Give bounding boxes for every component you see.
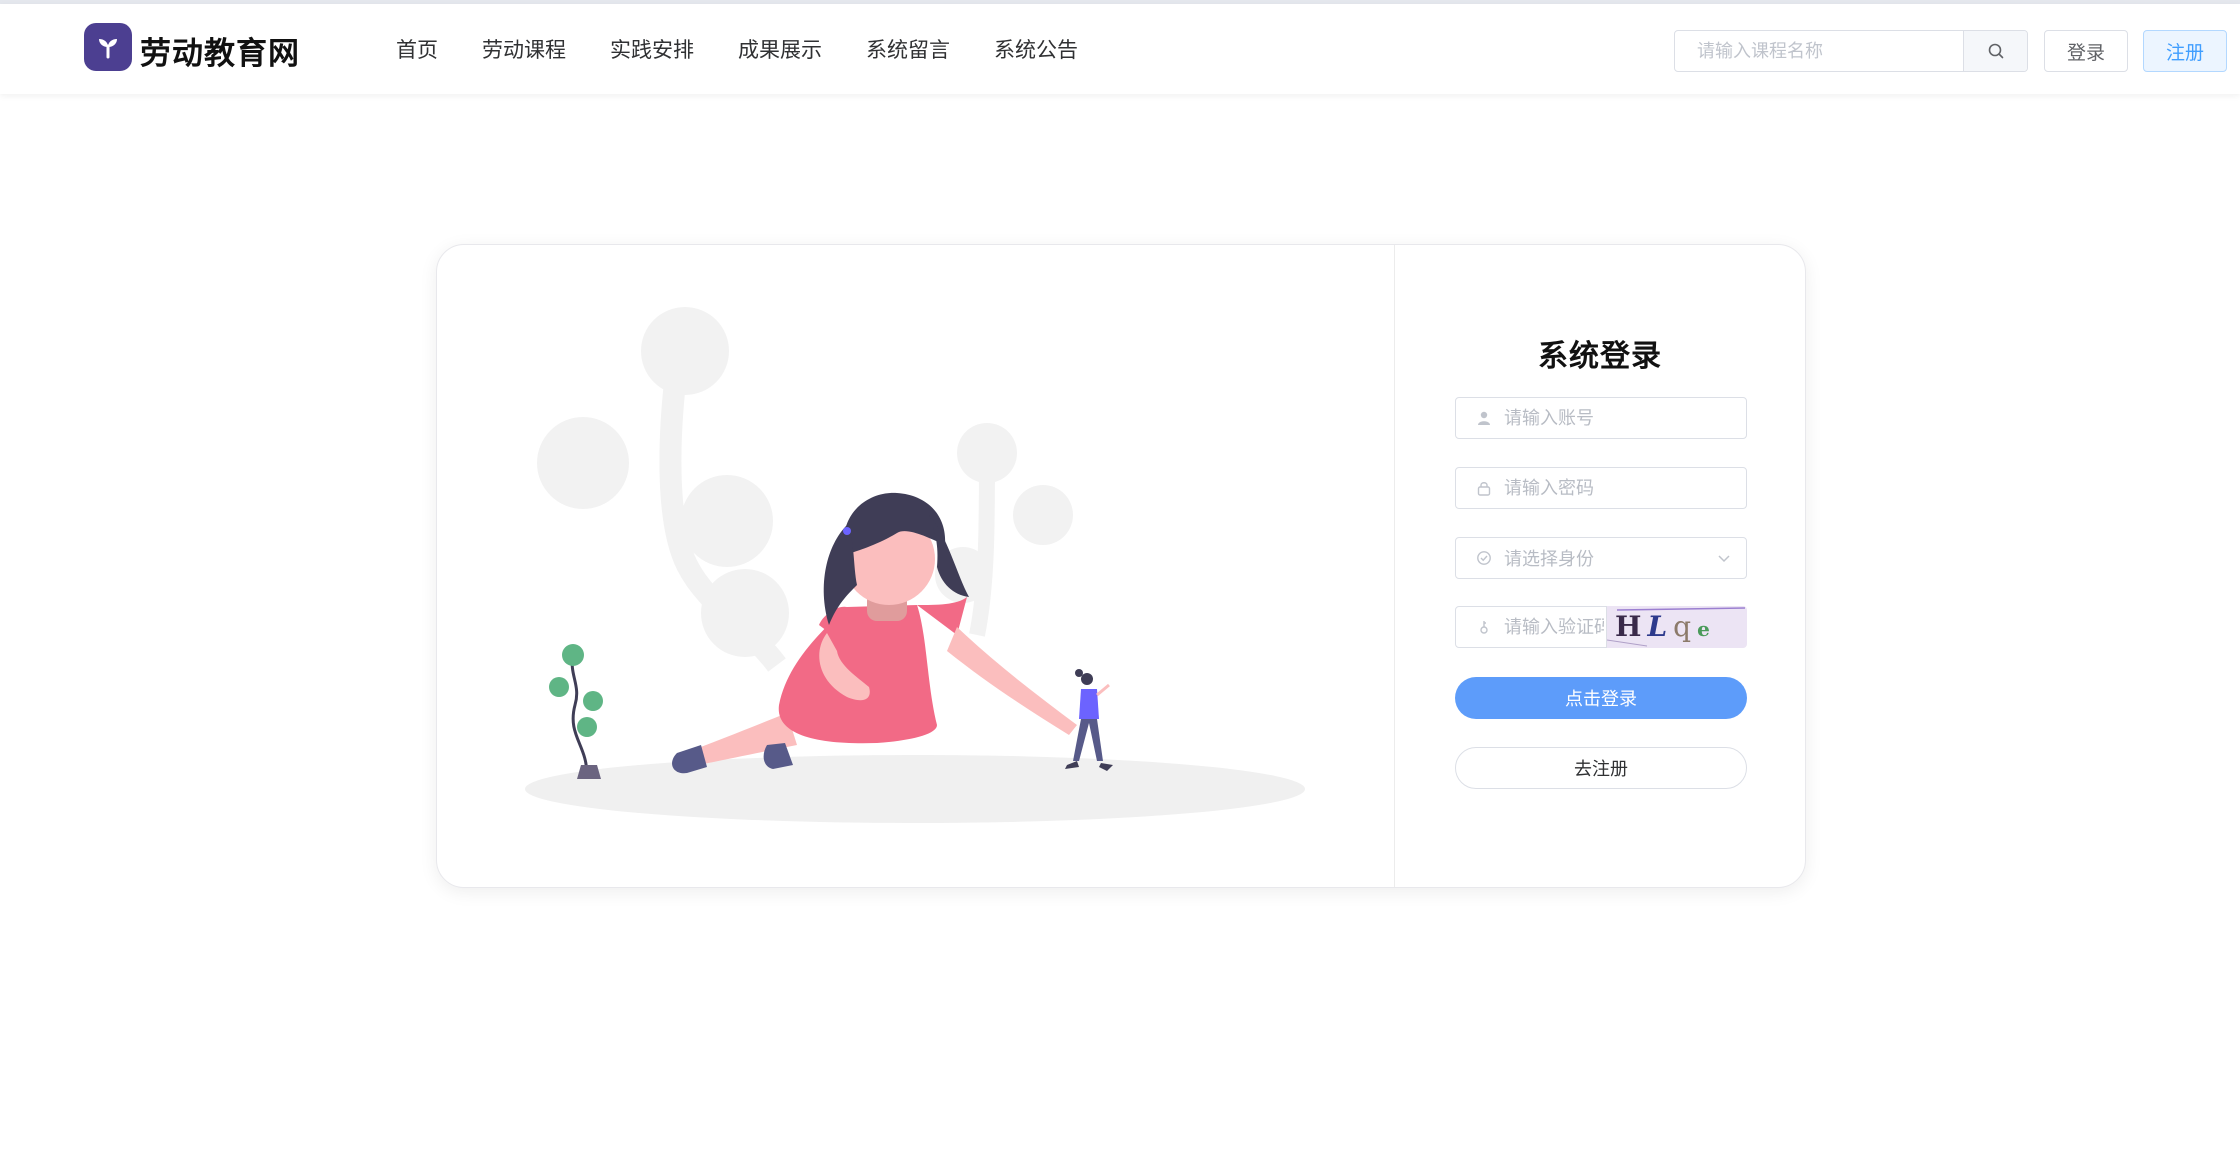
nav-item-announcements[interactable]: 系统公告 <box>994 34 1078 64</box>
role-select[interactable]: 请选择身份 <box>1455 537 1747 579</box>
ground-shadow <box>525 755 1305 823</box>
sprout-icon <box>99 39 117 59</box>
captcha-field <box>1455 606 1607 648</box>
login-title: 系统登录 <box>1538 339 1662 374</box>
password-field <box>1455 467 1747 509</box>
account-input[interactable] <box>1504 407 1724 429</box>
background-plants <box>537 307 1073 672</box>
main-nav: 首页 劳动课程 实践安排 成果展示 系统留言 系统公告 <box>396 34 1078 64</box>
password-input[interactable] <box>1504 477 1724 499</box>
login-card: 系统登录 请选择身份 HLqe 点击登录 去注册 <box>436 244 1806 888</box>
course-search <box>1674 30 2028 72</box>
chevron-down-icon <box>1718 555 1730 563</box>
user-icon <box>1474 408 1494 428</box>
login-button[interactable]: 登录 <box>2044 30 2128 72</box>
search-button[interactable] <box>1963 31 2027 71</box>
nav-item-home[interactable]: 首页 <box>396 34 438 64</box>
nav-item-practice[interactable]: 实践安排 <box>610 34 694 64</box>
role-select-placeholder: 请选择身份 <box>1504 549 1594 570</box>
site-header: 劳动教育网 首页 劳动课程 实践安排 成果展示 系统留言 系统公告 登录 注册 <box>0 4 2240 94</box>
account-field <box>1455 397 1747 439</box>
check-circle-icon <box>1474 548 1494 568</box>
nav-item-achievements[interactable]: 成果展示 <box>738 34 822 64</box>
small-plant <box>549 644 603 779</box>
card-divider <box>1394 245 1395 887</box>
search-input[interactable] <box>1675 31 1964 71</box>
lock-icon <box>1474 478 1494 498</box>
nav-item-messages[interactable]: 系统留言 <box>866 34 950 64</box>
tiny-figure <box>1065 669 1113 771</box>
register-button[interactable]: 注册 <box>2143 30 2227 72</box>
key-icon <box>1474 617 1494 637</box>
brand-name[interactable]: 劳动教育网 <box>140 28 300 73</box>
illustration <box>525 307 1305 823</box>
captcha-text: HLqe <box>1615 610 1716 643</box>
submit-login-button[interactable]: 点击登录 <box>1455 677 1747 719</box>
captcha-input[interactable] <box>1504 616 1604 638</box>
logo[interactable] <box>84 23 132 71</box>
search-icon <box>1988 43 2003 59</box>
nav-item-courses[interactable]: 劳动课程 <box>482 34 566 64</box>
goto-register-button[interactable]: 去注册 <box>1455 747 1747 789</box>
captcha-image[interactable]: HLqe <box>1607 606 1747 648</box>
